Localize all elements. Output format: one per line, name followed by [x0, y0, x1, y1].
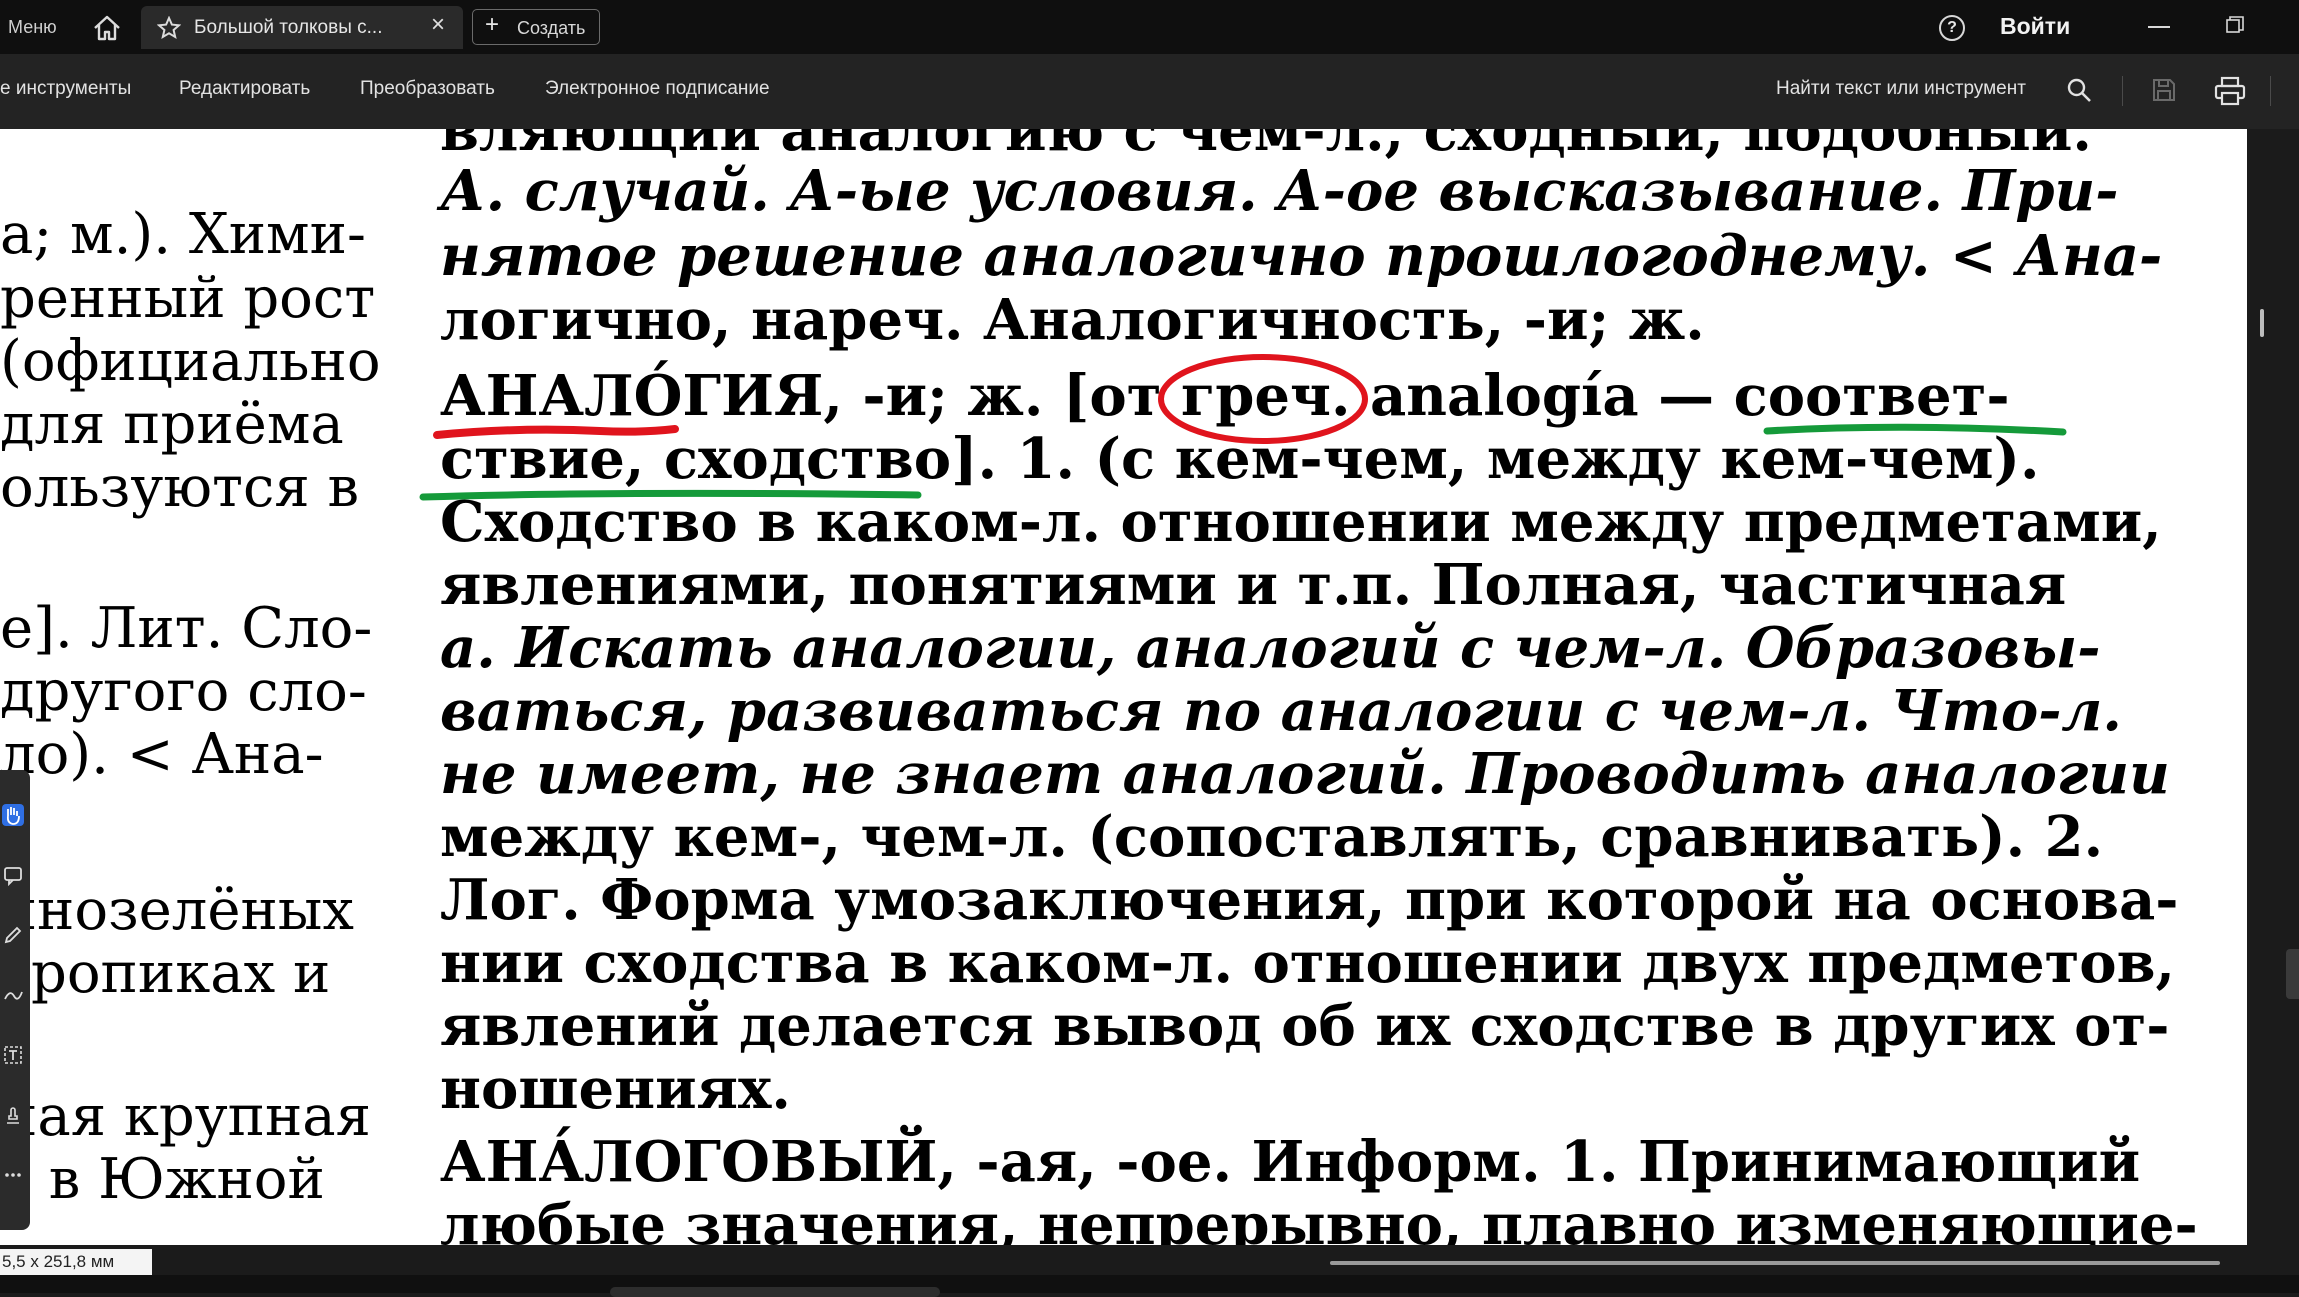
green-underline-annotation: [419, 489, 922, 501]
stamp-tool-icon[interactable]: [2, 1104, 24, 1126]
pen-tool-icon[interactable]: [2, 924, 24, 946]
save-icon[interactable]: [2150, 76, 2178, 104]
edit-menu[interactable]: Редактировать: [179, 78, 310, 100]
red-underline-annotation: [433, 425, 679, 439]
minimize-icon[interactable]: [2148, 26, 2170, 28]
side-panel-toggle[interactable]: [2286, 949, 2299, 999]
hand-tool-icon[interactable]: [2, 804, 24, 826]
signin-button[interactable]: Войти: [2000, 13, 2070, 40]
bottom-status-strip: [0, 1275, 2299, 1293]
tab-title: Большой толковы с...: [194, 17, 383, 38]
convert-menu[interactable]: Преобразовать: [360, 78, 495, 100]
star-icon[interactable]: [157, 16, 181, 40]
help-icon[interactable]: ?: [1939, 15, 1965, 41]
close-tab-icon[interactable]: ×: [431, 13, 445, 37]
title-bar: Меню Большой толковы с... × + Создать ? …: [0, 0, 2299, 54]
text-tool-icon[interactable]: [2, 1044, 24, 1066]
document-viewport: а; м.). Хими- ренный рост (официально дл…: [0, 129, 2299, 1245]
page-navigation-pill[interactable]: [610, 1287, 940, 1297]
vertical-scrollbar[interactable]: [2260, 309, 2264, 337]
plus-icon: +: [485, 11, 500, 38]
horizontal-scrollbar[interactable]: [1330, 1261, 2220, 1265]
tools-menu[interactable]: е инструменты: [0, 78, 131, 100]
find-tool-input[interactable]: Найти текст или инструмент: [1776, 78, 2026, 100]
comment-tool-icon[interactable]: [2, 864, 24, 887]
toolbar-divider-right: [2270, 76, 2271, 106]
page-size-indicator: 5,5 x 251,8 мм: [0, 1249, 152, 1275]
document-page: а; м.). Хими- ренный рост (официально дл…: [0, 129, 2247, 1245]
home-icon[interactable]: [92, 14, 122, 42]
tool-dock: [0, 770, 30, 1230]
toolbar-divider: [2122, 76, 2123, 106]
draw-tool-icon[interactable]: [2, 984, 24, 1006]
green-underline-annotation: [1763, 423, 2067, 436]
red-circle-annotation: [1158, 354, 1368, 444]
create-button[interactable]: + Создать: [472, 9, 600, 45]
search-icon[interactable]: [2066, 77, 2092, 103]
menu-button[interactable]: Меню: [8, 17, 57, 38]
toolbar: е инструменты Редактировать Преобразоват…: [0, 54, 2299, 129]
document-tab[interactable]: Большой толковы с... ×: [141, 6, 463, 49]
annotation-layer: [419, 354, 2067, 501]
print-icon[interactable]: [2214, 76, 2246, 106]
more-tools-icon[interactable]: [2, 1164, 24, 1186]
restore-icon[interactable]: [2226, 16, 2244, 34]
e-sign-menu[interactable]: Электронное подписание: [545, 78, 770, 100]
create-label: Создать: [517, 18, 586, 38]
